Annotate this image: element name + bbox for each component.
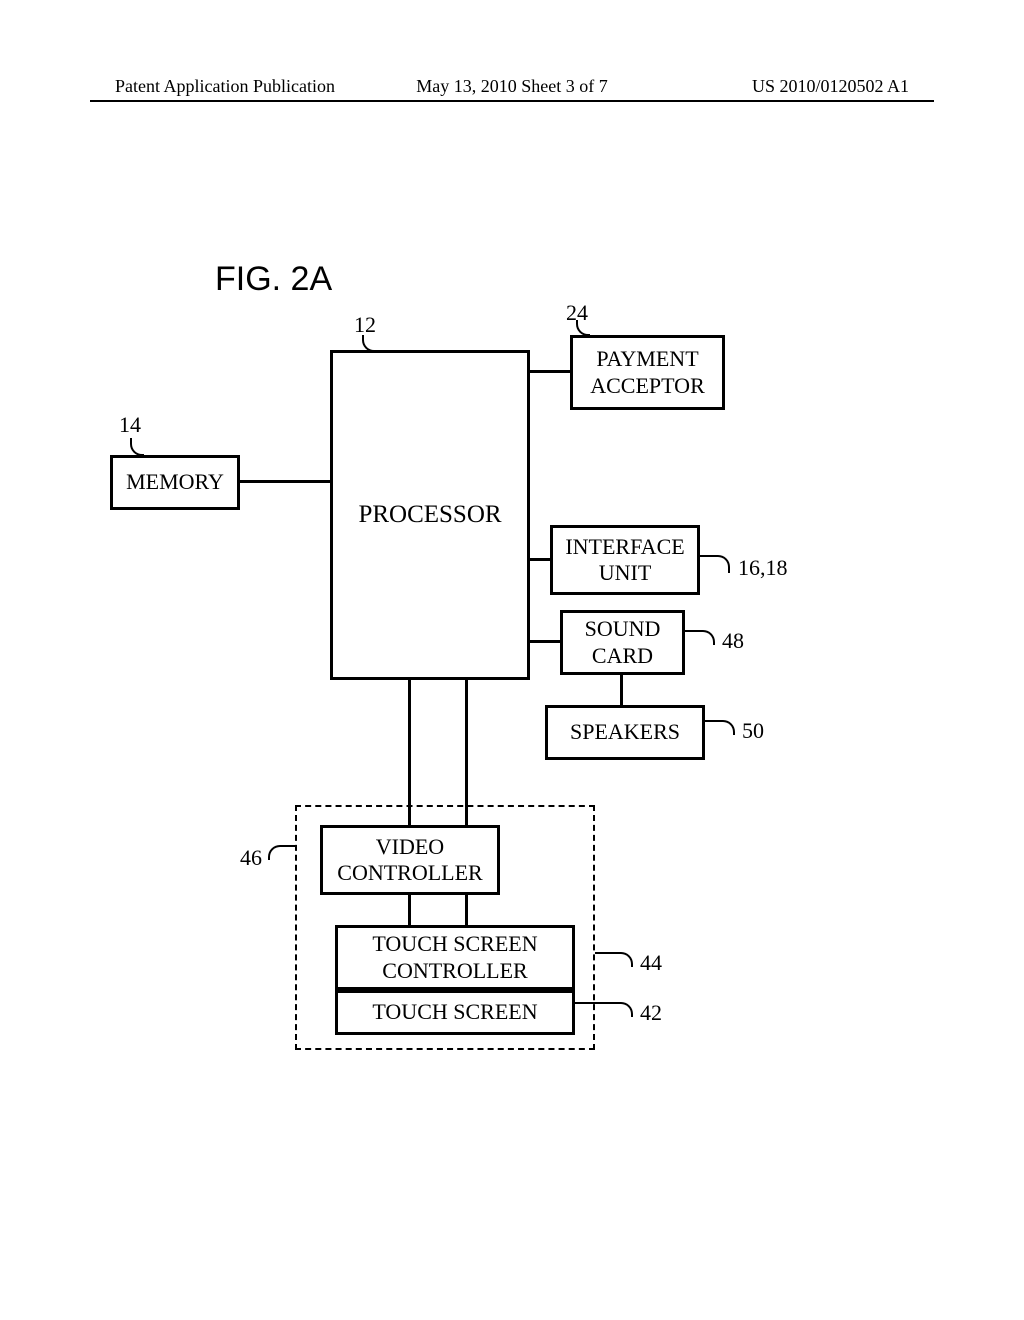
header-center-text: May 13, 2010 Sheet 3 of 7 xyxy=(416,76,607,97)
leader-sound xyxy=(685,630,715,645)
leader-interface xyxy=(700,555,730,573)
connector-processor-sound xyxy=(530,640,560,643)
speakers-block: SPEAKERS xyxy=(545,705,705,760)
touch-screen-label: TOUCH SCREEN xyxy=(372,999,537,1025)
payment-acceptor-block: PAYMENT ACCEPTOR xyxy=(570,335,725,410)
leader-touch-screen xyxy=(575,1002,633,1017)
payment-label: PAYMENT ACCEPTOR xyxy=(590,346,705,399)
leader-speakers xyxy=(705,720,735,735)
touch-screen-block: TOUCH SCREEN xyxy=(335,990,575,1035)
connector-processor-video-vert xyxy=(408,680,411,825)
touch-controller-label: TOUCH SCREEN CONTROLLER xyxy=(372,931,537,984)
ref-speakers: 50 xyxy=(742,718,764,744)
header-right-text: US 2010/0120502 A1 xyxy=(752,76,909,97)
leader-memory xyxy=(130,438,144,456)
header-left-text: Patent Application Publication xyxy=(115,76,335,97)
leader-payment xyxy=(576,320,590,336)
connector-processor-interface xyxy=(530,558,550,561)
ref-touch-screen: 42 xyxy=(640,1000,662,1026)
leader-touch-controller xyxy=(595,952,633,967)
video-controller-block: VIDEO CONTROLLER xyxy=(320,825,500,895)
header-divider xyxy=(90,100,934,102)
sound-label: SOUND CARD xyxy=(585,616,661,669)
ref-sound: 48 xyxy=(722,628,744,654)
memory-block: MEMORY xyxy=(110,455,240,510)
speakers-label: SPEAKERS xyxy=(570,719,680,745)
connector-processor-payment xyxy=(530,370,570,373)
ref-interface: 16,18 xyxy=(738,555,788,581)
figure-label: FIG. 2A xyxy=(215,260,332,299)
video-label: VIDEO CONTROLLER xyxy=(337,834,482,887)
ref-memory: 14 xyxy=(119,412,141,438)
memory-label: MEMORY xyxy=(126,469,224,495)
block-diagram: PROCESSOR PAYMENT ACCEPTOR MEMORY INTERF… xyxy=(0,320,1024,1130)
connector-sound-speakers xyxy=(620,675,623,707)
page-header: Patent Application Publication May 13, 2… xyxy=(0,76,1024,97)
leader-video xyxy=(268,845,296,860)
ref-touch-controller: 44 xyxy=(640,950,662,976)
interface-label: INTERFACE UNIT xyxy=(565,534,684,587)
ref-video: 46 xyxy=(240,845,262,871)
interface-unit-block: INTERFACE UNIT xyxy=(550,525,700,595)
sound-card-block: SOUND CARD xyxy=(560,610,685,675)
touch-screen-controller-block: TOUCH SCREEN CONTROLLER xyxy=(335,925,575,990)
processor-label: PROCESSOR xyxy=(358,500,501,530)
connector-memory-processor xyxy=(240,480,330,483)
processor-block: PROCESSOR xyxy=(330,350,530,680)
